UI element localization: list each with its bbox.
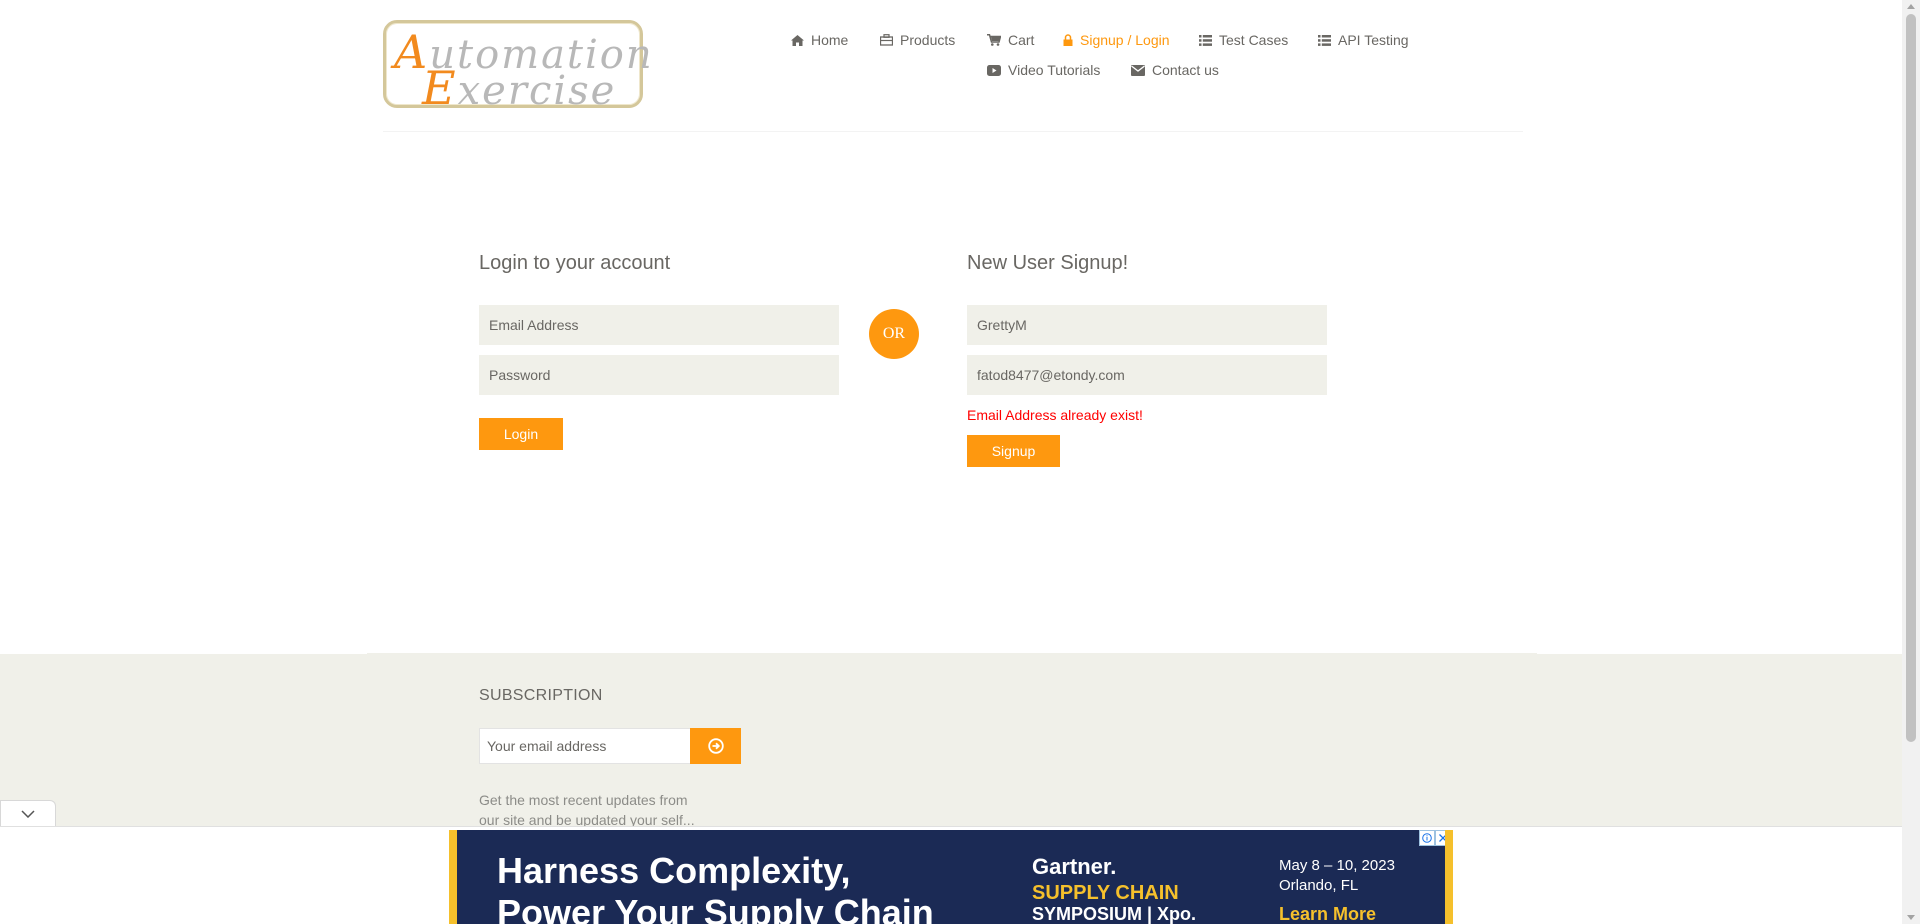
ad-headline-line-2: Power Your Supply Chain <box>497 892 934 924</box>
subscribe-button[interactable] <box>690 728 741 764</box>
briefcase-icon <box>880 34 893 46</box>
login-button[interactable]: Login <box>479 418 563 450</box>
ad-event-line-2: SYMPOSIUM | Xpo. <box>1032 904 1197 924</box>
ad-collapse-toggle[interactable] <box>0 800 56 827</box>
info-icon <box>1422 833 1432 843</box>
logo-text-2: xercise <box>457 68 617 114</box>
ad-headline-line-1: Harness Complexity, <box>497 850 851 891</box>
scroll-up-arrow[interactable] <box>1907 4 1915 9</box>
logo-line-2: Exercise <box>422 61 616 115</box>
subscription-title: SUBSCRIPTION <box>479 687 603 704</box>
nav-item-api-testing[interactable]: API Testing <box>1318 32 1409 48</box>
home-icon <box>791 34 804 46</box>
nav-label-signup-login: Signup / Login <box>1080 32 1170 48</box>
nav-label-video-tutorials: Video Tutorials <box>1008 62 1101 78</box>
ad-info-icon[interactable] <box>1419 830 1435 846</box>
signup-error-message: Email Address already exist! <box>967 407 1143 423</box>
signup-email-input[interactable] <box>967 355 1327 395</box>
nav-item-signup-login[interactable]: Signup / Login <box>1063 32 1170 48</box>
ad-headline: Harness Complexity, Power Your Supply Cha… <box>497 850 934 924</box>
envelope-icon <box>1131 64 1145 76</box>
ad-brand: Gartner. <box>1032 854 1117 879</box>
subscription-email-input[interactable] <box>479 728 691 764</box>
ad-close-button[interactable] <box>1435 830 1445 846</box>
ad-cta-link[interactable]: Learn More <box>1279 904 1376 924</box>
signup-button[interactable]: Signup <box>967 435 1060 467</box>
signup-name-input[interactable] <box>967 305 1327 345</box>
close-icon <box>1439 834 1445 842</box>
nav-label-test-cases: Test Cases <box>1219 32 1289 48</box>
arrow-circle-right-icon <box>707 738 724 754</box>
nav-item-video-tutorials[interactable]: Video Tutorials <box>987 62 1100 78</box>
login-title: Login to your account <box>479 252 671 274</box>
ad-location: Orlando, FL <box>1279 877 1359 894</box>
or-divider-badge: OR <box>869 309 919 359</box>
scroll-down-arrow[interactable] <box>1907 915 1915 920</box>
signup-title: New User Signup! <box>967 252 1129 274</box>
lock-icon <box>1063 34 1073 46</box>
footer-edge-right <box>1537 653 1902 654</box>
site-logo[interactable]: Automation Exercise <box>383 20 652 115</box>
youtube-icon <box>987 64 1001 76</box>
nav-label-home: Home <box>811 32 849 48</box>
login-password-input[interactable] <box>479 355 839 395</box>
nav-label-cart: Cart <box>1008 32 1035 48</box>
chevron-down-icon <box>21 810 35 818</box>
nav-label-products: Products <box>900 32 956 48</box>
cart-icon <box>987 34 1001 46</box>
ad-date: May 8 – 10, 2023 <box>1279 857 1395 874</box>
nav-item-products[interactable]: Products <box>880 32 955 48</box>
footer-edge-left <box>0 653 367 654</box>
ad-event-line-1: SUPPLY CHAIN <box>1032 882 1179 904</box>
nav-label-api-testing: API Testing <box>1338 32 1409 48</box>
nav-item-cart[interactable]: Cart <box>987 32 1034 48</box>
nav-label-contact-us: Contact us <box>1152 62 1219 78</box>
nav-item-home[interactable]: Home <box>791 32 848 48</box>
scrollbar-thumb[interactable] <box>1906 14 1916 742</box>
page: Automation Exercise Home Products Cart S… <box>0 0 1902 924</box>
nav-item-test-cases[interactable]: Test Cases <box>1199 32 1288 48</box>
ad-banner[interactable]: Harness Complexity, Power Your Supply Cha… <box>449 830 1453 924</box>
subscription-description: Get the most recent updates from our sit… <box>479 792 695 828</box>
list-icon <box>1199 34 1212 46</box>
page-scrollbar[interactable] <box>1902 0 1920 924</box>
logo-cap-e: E <box>422 61 458 115</box>
nav-item-contact-us[interactable]: Contact us <box>1131 62 1219 78</box>
login-email-input[interactable] <box>479 305 839 345</box>
list-icon <box>1318 34 1331 46</box>
header-divider <box>383 131 1523 132</box>
